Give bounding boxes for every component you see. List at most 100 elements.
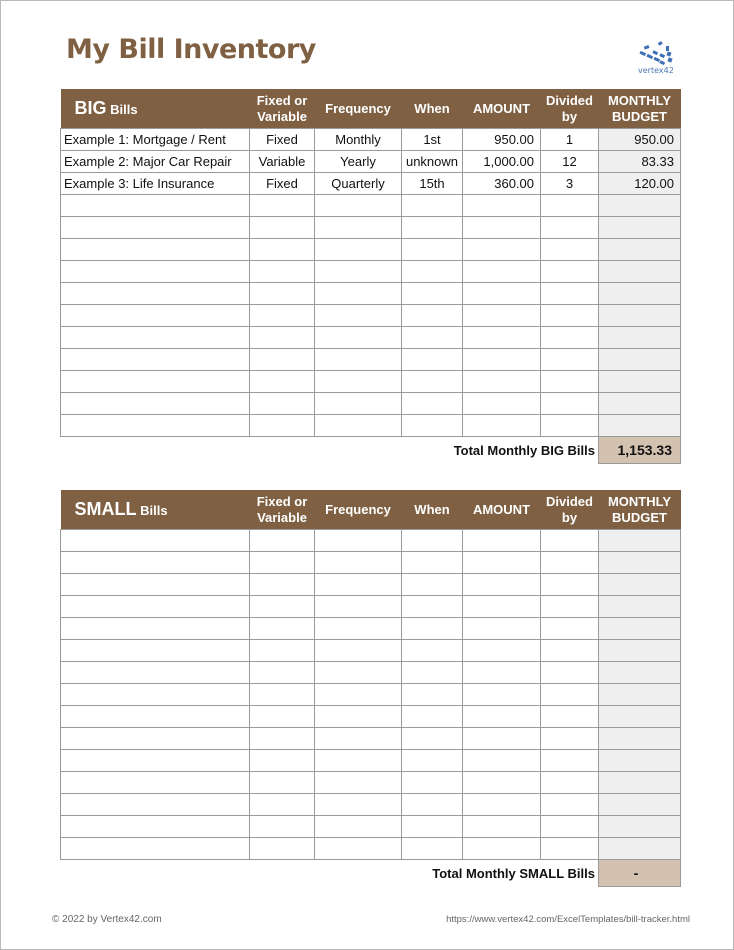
fixed-variable-cell[interactable]	[249, 595, 315, 618]
divided-by-cell[interactable]	[540, 529, 599, 552]
when-cell[interactable]	[401, 392, 463, 415]
fixed-variable-cell[interactable]: Fixed	[249, 172, 315, 195]
when-cell[interactable]	[401, 194, 463, 217]
frequency-cell[interactable]	[314, 573, 402, 596]
bill-name-cell[interactable]	[60, 595, 250, 618]
when-cell[interactable]	[401, 639, 463, 662]
amount-cell[interactable]: 360.00	[462, 172, 541, 195]
amount-cell[interactable]	[462, 194, 541, 217]
frequency-cell[interactable]: Monthly	[314, 128, 402, 151]
when-cell[interactable]	[401, 260, 463, 283]
divided-by-cell[interactable]	[540, 661, 599, 684]
fixed-variable-cell[interactable]	[249, 529, 315, 552]
fixed-variable-cell[interactable]	[249, 304, 315, 327]
fixed-variable-cell[interactable]	[249, 216, 315, 239]
when-cell[interactable]	[401, 749, 463, 772]
amount-cell[interactable]	[462, 793, 541, 816]
divided-by-cell[interactable]	[540, 282, 599, 305]
frequency-cell[interactable]	[314, 348, 402, 371]
when-cell[interactable]	[401, 683, 463, 706]
bill-name-cell[interactable]	[60, 370, 250, 393]
amount-cell[interactable]: 1,000.00	[462, 150, 541, 173]
amount-cell[interactable]	[462, 617, 541, 640]
fixed-variable-cell[interactable]	[249, 705, 315, 728]
when-cell[interactable]	[401, 837, 463, 860]
fixed-variable-cell[interactable]	[249, 326, 315, 349]
fixed-variable-cell[interactable]	[249, 414, 315, 437]
divided-by-cell[interactable]	[540, 194, 599, 217]
amount-cell[interactable]	[462, 370, 541, 393]
bill-name-cell[interactable]	[60, 771, 250, 794]
bill-name-cell[interactable]	[60, 194, 250, 217]
divided-by-cell[interactable]: 3	[540, 172, 599, 195]
fixed-variable-cell[interactable]	[249, 238, 315, 261]
bill-name-cell[interactable]: Example 2: Major Car Repair	[60, 150, 250, 173]
amount-cell[interactable]	[462, 282, 541, 305]
bill-name-cell[interactable]	[60, 348, 250, 371]
footer-url-link[interactable]: https://www.vertex42.com/ExcelTemplates/…	[446, 914, 690, 925]
fixed-variable-cell[interactable]: Variable	[249, 150, 315, 173]
bill-name-cell[interactable]	[60, 793, 250, 816]
when-cell[interactable]	[401, 370, 463, 393]
frequency-cell[interactable]	[314, 595, 402, 618]
when-cell[interactable]	[401, 348, 463, 371]
fixed-variable-cell[interactable]	[249, 348, 315, 371]
fixed-variable-cell[interactable]	[249, 661, 315, 684]
divided-by-cell[interactable]	[540, 837, 599, 860]
divided-by-cell[interactable]	[540, 815, 599, 838]
frequency-cell[interactable]	[314, 815, 402, 838]
when-cell[interactable]	[401, 595, 463, 618]
fixed-variable-cell[interactable]	[249, 370, 315, 393]
bill-name-cell[interactable]	[60, 837, 250, 860]
fixed-variable-cell[interactable]	[249, 727, 315, 750]
amount-cell[interactable]	[462, 661, 541, 684]
bill-name-cell[interactable]	[60, 238, 250, 261]
amount-cell[interactable]	[462, 639, 541, 662]
amount-cell[interactable]	[462, 238, 541, 261]
when-cell[interactable]	[401, 414, 463, 437]
frequency-cell[interactable]	[314, 617, 402, 640]
when-cell[interactable]	[401, 727, 463, 750]
bill-name-cell[interactable]	[60, 617, 250, 640]
frequency-cell[interactable]	[314, 749, 402, 772]
when-cell[interactable]	[401, 238, 463, 261]
divided-by-cell[interactable]	[540, 683, 599, 706]
fixed-variable-cell[interactable]	[249, 194, 315, 217]
amount-cell[interactable]	[462, 771, 541, 794]
fixed-variable-cell[interactable]	[249, 639, 315, 662]
frequency-cell[interactable]	[314, 392, 402, 415]
amount-cell[interactable]	[462, 837, 541, 860]
frequency-cell[interactable]	[314, 370, 402, 393]
fixed-variable-cell[interactable]	[249, 683, 315, 706]
frequency-cell[interactable]	[314, 529, 402, 552]
divided-by-cell[interactable]	[540, 727, 599, 750]
frequency-cell[interactable]	[314, 639, 402, 662]
bill-name-cell[interactable]	[60, 573, 250, 596]
fixed-variable-cell[interactable]	[249, 793, 315, 816]
frequency-cell[interactable]	[314, 551, 402, 574]
bill-name-cell[interactable]	[60, 216, 250, 239]
frequency-cell[interactable]	[314, 727, 402, 750]
when-cell[interactable]	[401, 326, 463, 349]
frequency-cell[interactable]	[314, 683, 402, 706]
when-cell[interactable]: 15th	[401, 172, 463, 195]
divided-by-cell[interactable]	[540, 639, 599, 662]
frequency-cell[interactable]	[314, 260, 402, 283]
amount-cell[interactable]	[462, 595, 541, 618]
divided-by-cell[interactable]	[540, 216, 599, 239]
frequency-cell[interactable]	[314, 837, 402, 860]
fixed-variable-cell[interactable]	[249, 815, 315, 838]
divided-by-cell[interactable]	[540, 705, 599, 728]
bill-name-cell[interactable]	[60, 304, 250, 327]
when-cell[interactable]	[401, 304, 463, 327]
fixed-variable-cell[interactable]	[249, 260, 315, 283]
fixed-variable-cell[interactable]: Fixed	[249, 128, 315, 151]
amount-cell[interactable]: 950.00	[462, 128, 541, 151]
bill-name-cell[interactable]	[60, 326, 250, 349]
frequency-cell[interactable]	[314, 414, 402, 437]
frequency-cell[interactable]	[314, 304, 402, 327]
amount-cell[interactable]	[462, 304, 541, 327]
amount-cell[interactable]	[462, 414, 541, 437]
when-cell[interactable]	[401, 216, 463, 239]
amount-cell[interactable]	[462, 815, 541, 838]
